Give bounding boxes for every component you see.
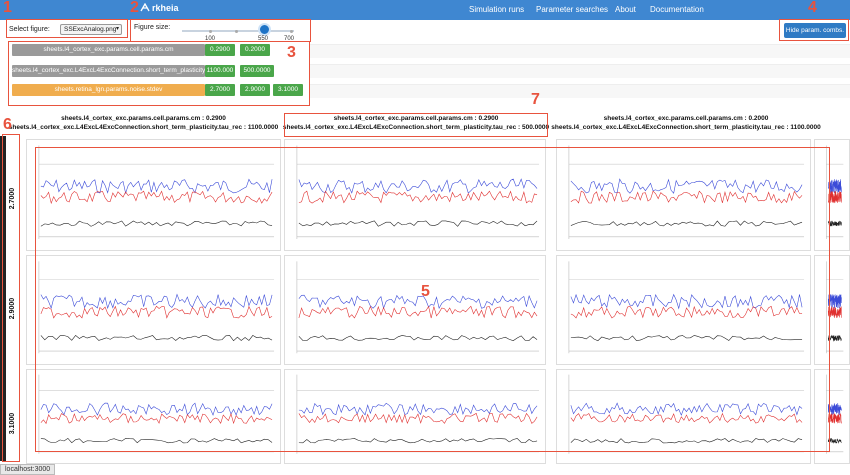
header-strip <box>310 44 850 58</box>
annotation-box <box>2 134 20 462</box>
annotation-number: 1 <box>3 0 12 16</box>
nav-parameter-searches[interactable]: Parameter searches <box>536 5 608 14</box>
column-header: sheets.l4_cortex_exc.params.cell.params.… <box>551 114 821 136</box>
annotation-box <box>6 19 128 38</box>
blue-trace <box>827 294 842 309</box>
column-header-line: sheets.l4_cortex_exc.L4ExcL4ExcConnectio… <box>551 124 821 131</box>
brand[interactable]: rkheia <box>140 3 179 13</box>
blue-trace <box>827 403 842 416</box>
annotation-number: 5 <box>421 283 430 300</box>
black-trace <box>827 220 842 227</box>
annotation-box <box>130 19 311 42</box>
column-header-line: sheets.l4_cortex_exc.L4ExcL4ExcConnectio… <box>8 124 279 131</box>
nav-simulation-runs[interactable]: Simulation runs <box>469 5 524 14</box>
black-trace <box>827 438 842 444</box>
column-header: sheets.l4_cortex_exc.params.cell.params.… <box>6 114 281 136</box>
annotation-number: 2 <box>130 0 139 16</box>
annotation-box <box>8 41 310 106</box>
red-trace <box>827 191 842 204</box>
annotation-number: 4 <box>808 0 817 16</box>
nav-about[interactable]: About <box>615 5 636 14</box>
nav-documentation[interactable]: Documentation <box>650 5 704 14</box>
status-bar: localhost:3000 <box>0 464 56 475</box>
annotation-number: 6 <box>3 116 12 133</box>
annotation-box <box>779 19 849 41</box>
header-strip <box>310 84 850 98</box>
blue-trace <box>827 179 842 194</box>
annotation-number: 7 <box>531 91 540 108</box>
brand-label: rkheia <box>152 3 179 13</box>
arkheia-logo-icon <box>140 3 150 12</box>
annotation-number: 3 <box>287 44 296 61</box>
header-strip <box>310 64 850 78</box>
navbar: rkheia Simulation runs Parameter searche… <box>0 0 850 20</box>
black-trace <box>827 334 842 342</box>
column-header-line: sheets.l4_cortex_exc.params.cell.params.… <box>61 115 226 122</box>
annotation-box <box>284 113 548 137</box>
annotation-box <box>35 147 830 452</box>
column-header-line: sheets.l4_cortex_exc.params.cell.params.… <box>603 115 769 122</box>
